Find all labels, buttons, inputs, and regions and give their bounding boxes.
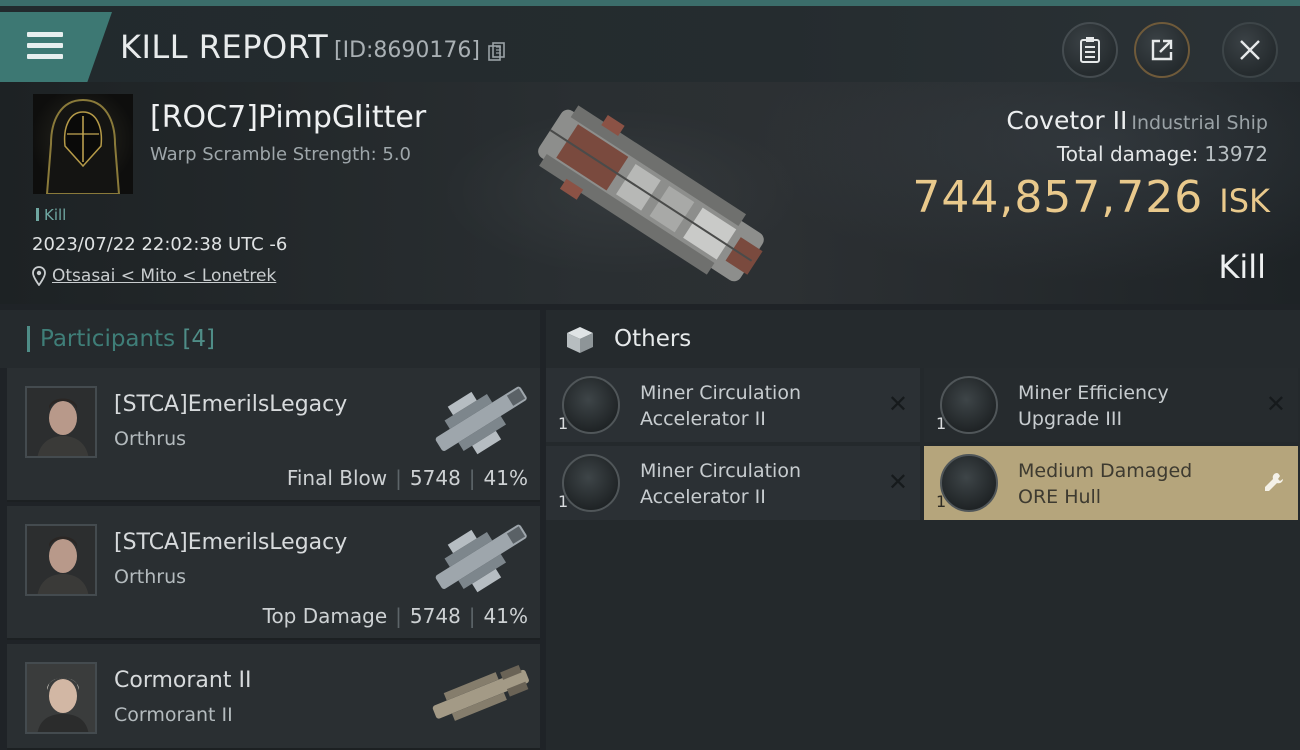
- item-slot[interactable]: 1 Medium Damaged ORE Hull: [924, 446, 1298, 520]
- participant-damage: 5748: [409, 466, 461, 490]
- clipboard-icon: [1080, 37, 1100, 63]
- participant-percent: 41%: [483, 466, 528, 490]
- victim-name[interactable]: [ROC7]PimpGlitter: [150, 100, 426, 135]
- participant-percent: 41%: [483, 604, 528, 628]
- section-marker: [27, 326, 30, 352]
- participant-name[interactable]: [STCA]EmerilsLegacy: [114, 530, 347, 555]
- kill-result-label: Kill: [1218, 248, 1266, 286]
- location-link[interactable]: Otsasai < Mito < Lonetrek: [52, 266, 276, 286]
- participant-stats: Top Damage | 5748 | 41%: [262, 604, 528, 628]
- module-icon: [940, 376, 998, 434]
- location-pin-icon: [32, 266, 46, 286]
- participant-ship-image: [435, 524, 527, 593]
- x-icon: ✕: [887, 468, 908, 496]
- total-damage: Total damage: 13972: [1057, 142, 1268, 166]
- participant-name[interactable]: Cormorant II: [114, 668, 251, 693]
- participant-role: Final Blow: [286, 466, 388, 490]
- participant-portrait[interactable]: [25, 662, 97, 734]
- item-name: Miner Circulation Accelerator II: [640, 382, 801, 430]
- victim-banner: [ROC7]PimpGlitter Warp Scramble Strength…: [0, 82, 1300, 304]
- victim-ship-line: Covetor II Industrial Ship: [1006, 106, 1268, 135]
- participant-ship: Cormorant II: [114, 704, 233, 726]
- victim-ship-name[interactable]: Covetor II: [1006, 106, 1127, 135]
- hamburger-icon: [27, 32, 63, 60]
- participants-title: Participants [4]: [40, 326, 215, 352]
- participant-row[interactable]: Cormorant II Cormorant II: [7, 644, 540, 750]
- isk-value: 744,857,726: [912, 172, 1204, 223]
- module-icon: [562, 454, 620, 512]
- module-icon: [562, 376, 620, 434]
- isk-value-line: 744,857,726 ISK: [912, 172, 1270, 223]
- item-slot[interactable]: 1 Miner Circulation Accelerator II ✕: [546, 446, 920, 520]
- item-quantity: 1: [936, 414, 947, 433]
- items-grid: 1 Miner Circulation Accelerator II ✕ 1 M…: [546, 368, 1300, 750]
- item-slot[interactable]: 1 Miner Efficiency Upgrade III ✕: [924, 368, 1298, 442]
- item-name: Miner Circulation Accelerator II: [640, 460, 801, 508]
- report-id: [ID:8690176]: [334, 38, 480, 63]
- participant-ship: Orthrus: [114, 428, 187, 450]
- participant-name[interactable]: [STCA]EmerilsLegacy: [114, 392, 347, 417]
- participant-row[interactable]: [STCA]EmerilsLegacy Orthrus Top Damage | 5…: [7, 506, 540, 640]
- wrench-icon: [1265, 473, 1283, 491]
- participant-damage: 5748: [409, 604, 461, 628]
- others-header: Others: [546, 310, 1300, 368]
- notes-button[interactable]: [1062, 22, 1118, 78]
- victim-ship-class: Industrial Ship: [1131, 112, 1268, 134]
- participant-ship-image: [435, 386, 527, 455]
- close-icon: [1240, 40, 1260, 60]
- header-bar: KILL REPORT [ID:8690176]: [0, 0, 1300, 82]
- share-icon: [1151, 39, 1173, 61]
- participant-ship: Orthrus: [114, 566, 187, 588]
- kill-datetime: 2023/07/22 22:02:38 UTC -6: [32, 234, 288, 255]
- isk-unit: ISK: [1219, 182, 1270, 220]
- total-damage-value: 13972: [1204, 142, 1268, 166]
- participants-list: [STCA]EmerilsLegacy Orthrus Final Blow | 5…: [0, 368, 540, 750]
- close-button[interactable]: [1222, 22, 1278, 78]
- participants-header: Participants [4]: [0, 310, 540, 368]
- hull-icon: [940, 454, 998, 512]
- participant-portrait[interactable]: [25, 524, 97, 596]
- others-title: Others: [614, 326, 692, 352]
- participant-role: Top Damage: [262, 604, 388, 628]
- kill-tag: Kill: [36, 206, 66, 224]
- victim-subtitle: Warp Scramble Strength: 5.0: [150, 144, 412, 165]
- victim-ship-image: [538, 105, 764, 282]
- victim-portrait[interactable]: [33, 94, 133, 194]
- total-damage-label: Total damage:: [1056, 142, 1199, 166]
- x-icon: ✕: [1265, 390, 1286, 418]
- share-button[interactable]: [1134, 22, 1190, 78]
- menu-button[interactable]: [0, 12, 112, 82]
- x-icon: ✕: [887, 390, 908, 418]
- box-icon: [567, 327, 593, 353]
- page-title: KILL REPORT: [120, 28, 329, 66]
- participants-title-text: Participants: [40, 326, 176, 352]
- participant-row[interactable]: [STCA]EmerilsLegacy Orthrus Final Blow | 5…: [7, 368, 540, 502]
- copy-icon[interactable]: [488, 42, 506, 62]
- kill-location[interactable]: Otsasai < Mito < Lonetrek: [32, 266, 276, 286]
- participant-portrait[interactable]: [25, 386, 97, 458]
- item-name: Medium Damaged ORE Hull: [1018, 460, 1193, 508]
- item-slot[interactable]: 1 Miner Circulation Accelerator II ✕: [546, 368, 920, 442]
- item-quantity: 1: [558, 414, 569, 433]
- participant-stats: Final Blow | 5748 | 41%: [286, 466, 528, 490]
- item-quantity: 1: [558, 492, 569, 511]
- item-quantity: 1: [936, 492, 947, 511]
- participant-ship-image: [432, 664, 529, 721]
- participants-count: [4]: [182, 326, 216, 352]
- item-name: Miner Efficiency Upgrade III: [1018, 382, 1169, 430]
